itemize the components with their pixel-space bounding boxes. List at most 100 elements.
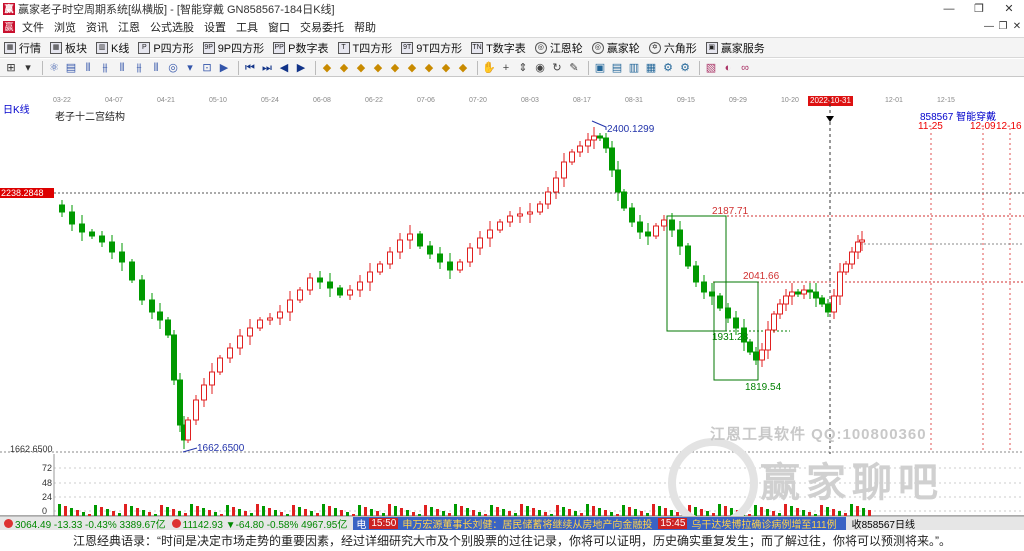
tool-icon[interactable]: ⊞ [4, 61, 18, 75]
tool-icon[interactable]: ◐ [721, 61, 735, 75]
menu-help[interactable]: 帮助 [350, 19, 382, 35]
volume-bar [256, 504, 259, 516]
toolbar-btn-4[interactable]: 9P 9P四方形 [202, 40, 265, 56]
candle-down [701, 281, 707, 293]
tool-icon[interactable]: ↻ [550, 61, 564, 75]
tool-icon[interactable]: ▧ [704, 61, 718, 75]
tool-icon[interactable]: ▾ [21, 61, 35, 75]
tool-icon[interactable]: ▶ [217, 61, 231, 75]
period-label[interactable]: 日K线 [3, 101, 30, 116]
tool-icon[interactable]: ✋ [482, 61, 496, 75]
menu-news[interactable]: 资讯 [82, 19, 114, 35]
toolbar-btn-11[interactable]: ✡ 六角形 [648, 40, 697, 56]
candle-up [347, 289, 353, 296]
toolbar-icon: ▥ [96, 41, 108, 54]
tool-icon[interactable]: ▶ [294, 61, 308, 75]
menu-window[interactable]: 窗口 [264, 19, 296, 35]
volume-bar [136, 508, 139, 516]
tool-icon[interactable]: ⊡ [200, 61, 214, 75]
candle-up [517, 213, 523, 217]
menu-file[interactable]: 文件 [18, 19, 50, 35]
mdi-restore-button[interactable]: ❐ [996, 18, 1010, 36]
tool-icon[interactable]: ∞ [738, 61, 752, 75]
menu-tools[interactable]: 工具 [232, 19, 264, 35]
volume-bar [130, 506, 133, 516]
candle-up [237, 335, 243, 349]
tool-icon[interactable]: ▣ [593, 61, 607, 75]
menu-formula[interactable]: 公式选股 [146, 19, 200, 35]
tool-icon[interactable]: ▤ [610, 61, 624, 75]
maximize-button[interactable]: ❐ [964, 0, 994, 18]
tool-icon[interactable]: ◆ [456, 61, 470, 75]
tool-icon[interactable]: ⫴ [149, 61, 163, 75]
kline-chart[interactable] [0, 98, 1024, 454]
tool-icon[interactable]: ⫴ [81, 61, 95, 75]
tool-icon[interactable]: ◎ [166, 61, 180, 75]
candle-down [165, 319, 171, 336]
tool-icon[interactable]: ▾ [183, 61, 197, 75]
tool-icon[interactable]: ⫴ [115, 61, 129, 75]
candle-up [843, 263, 849, 273]
mdi-minimize-button[interactable]: — [982, 18, 996, 36]
minimize-button[interactable]: — [934, 0, 964, 18]
volume-bar [106, 509, 109, 516]
tool-icon[interactable]: ◀ [277, 61, 291, 75]
tool-icon[interactable]: ◆ [388, 61, 402, 75]
tool-icon[interactable]: ◉ [533, 61, 547, 75]
toolbar-btn-3[interactable]: P P四方形 [138, 40, 194, 56]
toolbar-btn-8[interactable]: TN T数字表 [471, 40, 526, 56]
tool-icon[interactable]: ⇕ [516, 61, 530, 75]
menu-gann[interactable]: 江恩 [114, 19, 146, 35]
toolbar-separator [315, 60, 316, 75]
volume-bar [322, 504, 325, 516]
tool-icon[interactable]: ◆ [422, 61, 436, 75]
tool-icon[interactable]: ⚛ [47, 61, 61, 75]
tool-icon[interactable]: ⫵ [98, 61, 112, 75]
menu-trade[interactable]: 交易委托 [296, 19, 350, 35]
volume-bar [424, 505, 427, 516]
candle-up [653, 225, 659, 237]
index-2-quote[interactable]: 11142.93 ▼-64.80 -0.58% 4967.95亿 [183, 516, 348, 531]
tool-icon[interactable]: ⚙ [678, 61, 692, 75]
candle-down [447, 261, 453, 271]
volume-bar [526, 506, 529, 516]
candle-down [709, 291, 715, 297]
toolbar-btn-2[interactable]: ▥ K线 [96, 40, 129, 56]
toolbar-btn-9[interactable]: ◎ 江恩轮 [534, 40, 583, 56]
toolbar-btn-7[interactable]: 9T 9T四方形 [401, 40, 462, 56]
tool-icon[interactable]: ◆ [405, 61, 419, 75]
tool-icon[interactable]: ▦ [644, 61, 658, 75]
tool-icon[interactable]: ◆ [371, 61, 385, 75]
tool-icon[interactable]: + [499, 61, 513, 75]
candle-up [377, 263, 383, 273]
tool-icon[interactable]: ⏭ [260, 61, 274, 75]
tool-icon[interactable]: ▤ [64, 61, 78, 75]
close-button[interactable]: ✕ [994, 0, 1024, 18]
toolbar-label: 9P四方形 [217, 42, 265, 55]
toolbar-btn-6[interactable]: T T四方形 [337, 40, 392, 56]
mdi-close-button[interactable]: ✕ [1010, 18, 1024, 36]
toolbar-btn-0[interactable]: ▦ 行情 [4, 40, 41, 56]
toolbar-btn-5[interactable]: PP P数字表 [273, 40, 329, 56]
tool-icon[interactable]: ◆ [354, 61, 368, 75]
tool-icon[interactable]: ⫵ [132, 61, 146, 75]
toolbar-btn-12[interactable]: ▣ 赢家服务 [705, 40, 765, 56]
toolbar-btn-10[interactable]: ◎ 赢家轮 [591, 40, 640, 56]
tool-icon[interactable]: ◆ [439, 61, 453, 75]
hist-axis-72: 72 [42, 463, 53, 473]
toolbar-btn-1[interactable]: ▦ 板块 [50, 40, 87, 56]
index-1-quote[interactable]: 3064.49 -13.33 -0.43% 3389.67亿 [15, 516, 166, 531]
tool-icon[interactable]: ✎ [567, 61, 581, 75]
tool-icon[interactable]: ⏮ [243, 61, 257, 75]
news-text-2: 乌干达埃博拉确诊病例增至111例 [691, 520, 837, 531]
tool-icon[interactable]: ⚙ [661, 61, 675, 75]
tool-icon[interactable]: ◆ [320, 61, 334, 75]
menu-settings[interactable]: 设置 [200, 19, 232, 35]
volume-bar [370, 509, 373, 516]
candle-down [317, 277, 323, 283]
volume-bar [652, 504, 655, 516]
menu-browse[interactable]: 浏览 [50, 19, 82, 35]
tool-icon[interactable]: ▥ [627, 61, 641, 75]
tool-icon[interactable]: ◆ [337, 61, 351, 75]
news-ticker[interactable]: 电 15:50 申万宏源董事长刘健：居民储蓄将继续从房地产向金融投 15:45 … [353, 517, 846, 531]
